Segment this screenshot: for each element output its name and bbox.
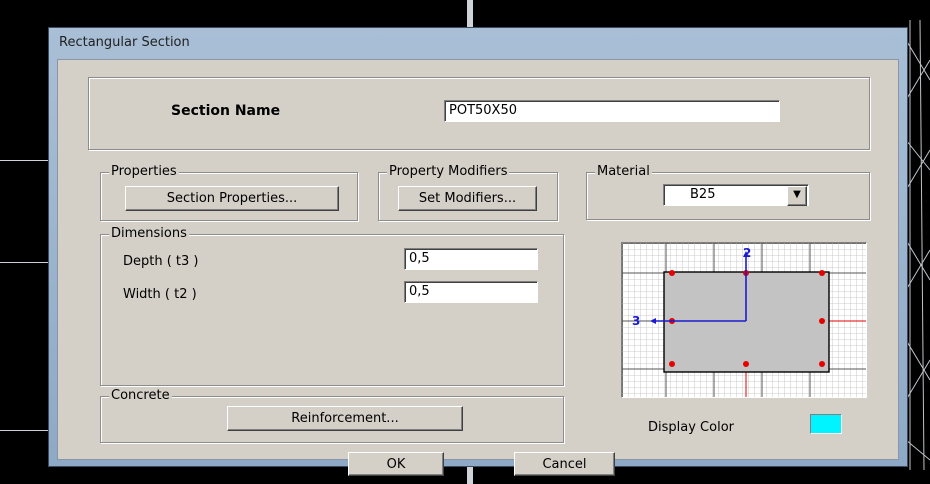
dimensions-group: Dimensions Depth ( t3 ) 0,5 Width ( t2 )… bbox=[100, 226, 564, 386]
cancel-button[interactable]: Cancel bbox=[514, 452, 615, 476]
depth-label: Depth ( t3 ) bbox=[123, 254, 199, 269]
chevron-down-icon[interactable]: ▼ bbox=[787, 186, 807, 206]
rebar-point bbox=[743, 361, 749, 367]
properties-group-label: Properties bbox=[109, 164, 179, 180]
rebar-point bbox=[669, 270, 675, 276]
background-vertical-line bbox=[467, 466, 473, 484]
rebar-point bbox=[819, 361, 825, 367]
rebar-point bbox=[669, 361, 675, 367]
ok-button[interactable]: OK bbox=[348, 452, 444, 476]
rebar-point bbox=[819, 270, 825, 276]
dimensions-group-label: Dimensions bbox=[109, 226, 189, 242]
concrete-group: Concrete Reinforcement... bbox=[100, 388, 564, 443]
section-properties-button[interactable]: Section Properties... bbox=[125, 186, 339, 211]
material-select[interactable]: B25 ▼ bbox=[663, 184, 809, 206]
material-selected-value: B25 bbox=[690, 187, 716, 202]
background-vertical-line bbox=[467, 0, 473, 28]
axis-3-label: 3 bbox=[632, 314, 640, 328]
width-label: Width ( t2 ) bbox=[123, 287, 197, 302]
section-name-input[interactable]: POT50X50 bbox=[444, 100, 780, 122]
section-name-group: Section Name POT50X50 bbox=[88, 77, 870, 150]
background-horizontal-line bbox=[0, 262, 48, 263]
properties-group: Properties Section Properties... bbox=[100, 164, 358, 221]
dialog-client-area: Section Name POT50X50 Properties Section… bbox=[57, 59, 899, 476]
property-modifiers-group: Property Modifiers Set Modifiers... bbox=[378, 164, 558, 221]
property-modifiers-group-label: Property Modifiers bbox=[387, 164, 510, 180]
reinforcement-button[interactable]: Reinforcement... bbox=[227, 406, 463, 431]
background-wireframe bbox=[906, 20, 930, 470]
display-color-label: Display Color bbox=[648, 420, 734, 435]
concrete-group-label: Concrete bbox=[109, 388, 172, 404]
dialog-title: Rectangular Section bbox=[59, 35, 190, 50]
section-name-label: Section Name bbox=[171, 103, 281, 119]
display-color-swatch[interactable] bbox=[810, 414, 842, 434]
material-group-label: Material bbox=[595, 164, 652, 180]
material-group: Material B25 ▼ bbox=[586, 164, 870, 220]
background-horizontal-line bbox=[0, 160, 48, 161]
depth-input[interactable]: 0,5 bbox=[404, 248, 538, 270]
section-preview: 2 3 bbox=[621, 242, 867, 398]
rectangular-section-dialog: Rectangular Section Section Name POT50X5… bbox=[48, 27, 908, 476]
rebar-point bbox=[819, 318, 825, 324]
section-drawing: 2 3 bbox=[622, 243, 866, 397]
axis-2-label: 2 bbox=[743, 246, 751, 260]
set-modifiers-button[interactable]: Set Modifiers... bbox=[398, 186, 537, 211]
background-horizontal-line bbox=[0, 430, 48, 431]
width-input[interactable]: 0,5 bbox=[404, 281, 538, 303]
